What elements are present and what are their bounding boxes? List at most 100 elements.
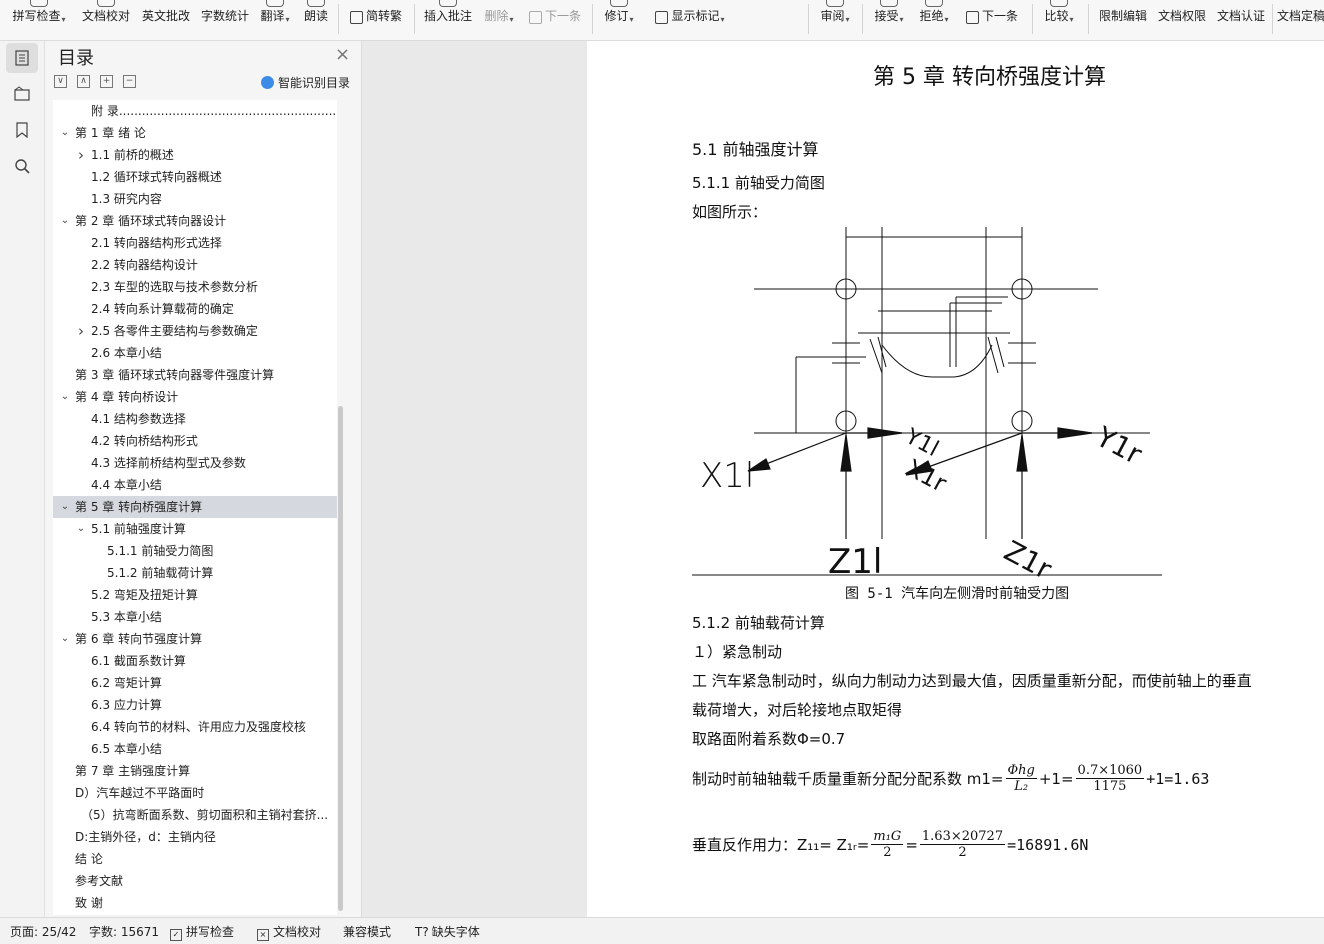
close-icon[interactable]: × — [335, 44, 350, 65]
toc-item-label: 5.1.2 前轴载荷计算 — [107, 566, 214, 580]
fraction: Φhg L₂ — [1005, 763, 1037, 794]
toc-item-label: 1.1 前桥的概述 — [91, 148, 174, 162]
check-icon: ✓ — [170, 929, 182, 941]
review-button[interactable]: 审阅 ▾ — [816, 0, 854, 38]
toc-item[interactable]: 6.3 应力计算 — [53, 694, 337, 716]
bookmark-icon[interactable] — [12, 120, 32, 140]
chevron-down-icon[interactable]: ⌄ — [75, 518, 87, 540]
chevron-down-icon[interactable]: ⌄ — [59, 122, 71, 144]
next-comment-button[interactable]: 下一条 — [524, 0, 586, 38]
toc-item[interactable]: › 2.5 各零件主要结构与参数确定 — [53, 320, 337, 342]
doc-permission-button[interactable]: 文档权限 — [1154, 0, 1210, 38]
toc-item[interactable]: 4.4 本章小结 — [53, 474, 337, 496]
toc-item[interactable]: 2.1 转向器结构形式选择 — [53, 232, 337, 254]
toc-item[interactable]: 6.4 转向节的材料、许用应力及强度校核 — [53, 716, 337, 738]
toc-panel: 目录 × ∨ ∧ + − 智能识别目录 附 录.................… — [45, 41, 362, 917]
toc-item[interactable]: 致 谢 — [53, 892, 337, 914]
next-change-button[interactable]: 下一条 — [960, 0, 1024, 38]
label-z1l: Z1l — [828, 542, 882, 577]
page-indicator[interactable]: 页面: 25/42 — [10, 923, 76, 940]
search-icon[interactable] — [12, 156, 32, 176]
toc-item[interactable]: 6.5 本章小结 — [53, 738, 337, 760]
toc-item[interactable]: ⌄ 第 4 章 转向桥设计 — [53, 386, 337, 408]
document-page[interactable]: 第 5 章 转向桥强度计算 5.1 前轴强度计算 5.1.1 前轴受力简图 如图… — [587, 41, 1324, 917]
toc-item[interactable]: 1.3 研究内容 — [53, 188, 337, 210]
toc-item-label: 致 谢 — [75, 896, 103, 910]
compat-mode[interactable]: 兼容模式 — [343, 923, 391, 940]
toc-icon[interactable] — [6, 43, 38, 73]
reject-button[interactable]: 拒绝 ▾ — [915, 0, 953, 38]
toc-item[interactable]: 参考文献 — [53, 870, 337, 892]
toc-item-label: 6.3 应力计算 — [91, 698, 162, 712]
add-level-icon[interactable]: + — [100, 75, 113, 88]
toc-item[interactable]: 6.2 弯矩计算 — [53, 672, 337, 694]
toc-item[interactable]: 5.1.1 前轴受力简图 — [53, 540, 337, 562]
toc-item[interactable]: 5.1.2 前轴载荷计算 — [53, 562, 337, 584]
doc-proofread-button[interactable]: 文档校对 — [78, 0, 134, 38]
review-toolbar: 拼写检查 ▾ 文档校对 英文批改 字数统计 翻译 ▾ 朗读 简转繁 插入批注 删除 ▾… — [0, 0, 1324, 41]
status-proofread[interactable]: × 文档校对 — [257, 923, 321, 941]
compare-button[interactable]: 比较 ▾ — [1040, 0, 1078, 38]
toc-item[interactable]: › 1.1 前桥的概述 — [53, 144, 337, 166]
delete-comment-button[interactable]: 删除 ▾ — [480, 0, 518, 38]
chevron-right-icon[interactable]: › — [75, 320, 87, 342]
chevron-down-icon[interactable]: ⌄ — [59, 210, 71, 232]
status-spell-check[interactable]: ✓ 拼写检查 — [170, 923, 234, 941]
toc-item[interactable]: ⌄ 第 2 章 循环球式转向器设计 — [53, 210, 337, 232]
toc-item[interactable]: 2.4 转向系计算载荷的确定 — [53, 298, 337, 320]
revise-button[interactable]: 修订 ▾ — [600, 0, 638, 38]
accept-button[interactable]: 接受 ▾ — [870, 0, 908, 38]
read-aloud-button[interactable]: 朗读 — [300, 0, 332, 38]
insert-comment-button[interactable]: 插入批注 — [420, 0, 476, 38]
show-marks-icon — [655, 11, 669, 24]
toc-item[interactable]: D:主销外径，d：主销内径 — [53, 826, 337, 848]
toc-item[interactable]: D）汽车越过不平路面时 — [53, 782, 337, 804]
restrict-edit-button[interactable]: 限制编辑 — [1095, 0, 1151, 38]
toc-item[interactable]: 4.2 转向桥结构形式 — [53, 430, 337, 452]
toc-item[interactable]: 2.2 转向器结构设计 — [53, 254, 337, 276]
word-count-button[interactable]: 字数统计 — [197, 0, 253, 38]
chevron-down-icon[interactable]: ⌄ — [59, 386, 71, 408]
english-review-button[interactable]: 英文批改 — [138, 0, 194, 38]
toc-item[interactable]: 2.3 车型的选取与技术参数分析 — [53, 276, 337, 298]
toc-item[interactable]: ⌄ 5.1 前轴强度计算 — [53, 518, 337, 540]
toc-item[interactable]: 附 录.....................................… — [53, 100, 337, 122]
spell-check-icon — [30, 0, 48, 7]
doc-finalize-button[interactable]: 文档定稿 — [1277, 0, 1324, 38]
toc-item[interactable]: ⌄ 第 5 章 转向桥强度计算 — [53, 496, 337, 518]
outline-icon[interactable] — [12, 84, 32, 104]
toc-item[interactable]: 5.2 弯矩及扭矩计算 — [53, 584, 337, 606]
toc-item[interactable]: 4.1 结构参数选择 — [53, 408, 337, 430]
missing-font[interactable]: T? 缺失字体 — [415, 923, 480, 940]
show-marks-button[interactable]: 显示标记 ▾ — [648, 0, 732, 38]
translate-button[interactable]: 翻译 ▾ — [256, 0, 294, 38]
expand-all-icon[interactable]: ∧ — [77, 75, 90, 88]
toc-item-label: 6.5 本章小结 — [91, 742, 162, 756]
word-count[interactable]: 字数: 15671 — [89, 923, 159, 940]
chevron-down-icon[interactable]: ⌄ — [59, 628, 71, 650]
toc-item[interactable]: 1.2 循环球式转向器概述 — [53, 166, 337, 188]
smart-toc-button[interactable]: 智能识别目录 — [261, 74, 350, 91]
toc-item-label: 5.2 弯矩及扭矩计算 — [91, 588, 198, 602]
toc-item[interactable]: ⌄ 第 1 章 绪 论 — [53, 122, 337, 144]
spell-check-button[interactable]: 拼写检查 ▾ — [6, 0, 72, 38]
toc-item[interactable]: 5.3 本章小结 — [53, 606, 337, 628]
chevron-down-icon[interactable]: ⌄ — [59, 496, 71, 518]
chevron-down-icon: ▾ — [899, 15, 904, 24]
simp-trad-button[interactable]: 简转繁 — [344, 0, 408, 38]
collapse-all-icon[interactable]: ∨ — [54, 75, 67, 88]
toc-item[interactable]: 第 3 章 循环球式转向器零件强度计算 — [53, 364, 337, 386]
doc-certify-button[interactable]: 文档认证 — [1213, 0, 1269, 38]
toc-item[interactable]: 结 论 — [53, 848, 337, 870]
toc-item[interactable]: ⌄ 第 6 章 转向节强度计算 — [53, 628, 337, 650]
toc-scrollbar[interactable] — [338, 406, 343, 911]
toc-item[interactable]: 4.3 选择前桥结构型式及参数 — [53, 452, 337, 474]
toc-item[interactable]: 第 7 章 主销强度计算 — [53, 760, 337, 782]
remove-level-icon[interactable]: − — [123, 75, 136, 88]
separator — [862, 4, 863, 34]
fraction: m₁G 2 — [871, 829, 904, 860]
chevron-right-icon[interactable]: › — [75, 144, 87, 166]
toc-item[interactable]: （5）抗弯断面系数、剪切面积和主销衬套挤... — [53, 804, 337, 826]
toc-item[interactable]: 6.1 截面系数计算 — [53, 650, 337, 672]
toc-item[interactable]: 2.6 本章小结 — [53, 342, 337, 364]
